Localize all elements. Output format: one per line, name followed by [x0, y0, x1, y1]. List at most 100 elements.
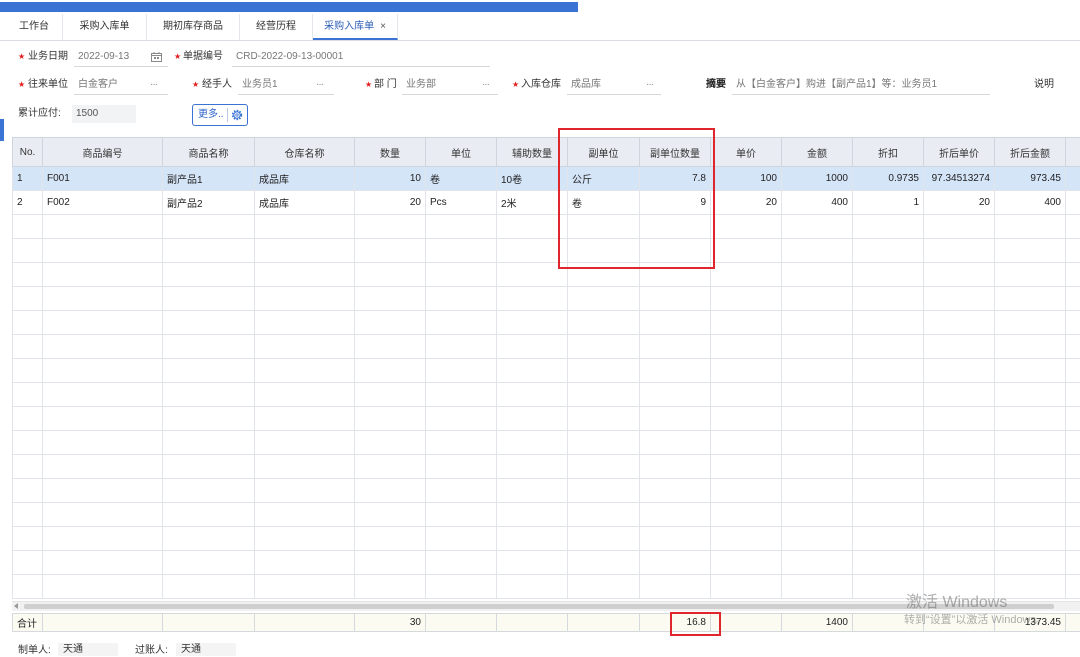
table-cell-empty[interactable]: [923, 214, 995, 239]
table-cell-empty[interactable]: [923, 262, 995, 287]
table-cell-empty[interactable]: [567, 574, 640, 599]
table-cell-empty[interactable]: [781, 574, 853, 599]
table-cell-empty[interactable]: [42, 310, 163, 335]
table-cell-empty[interactable]: [354, 310, 426, 335]
cell-no[interactable]: 1: [12, 166, 43, 191]
table-cell-empty[interactable]: [923, 382, 995, 407]
table-cell-empty[interactable]: [42, 334, 163, 359]
partner-lookup-button[interactable]: ···: [150, 77, 158, 93]
table-cell-empty[interactable]: [639, 478, 711, 503]
table-cell-empty[interactable]: [923, 430, 995, 455]
table-cell-empty[interactable]: [639, 574, 711, 599]
cell-aux-quantity[interactable]: 10卷: [496, 166, 568, 191]
table-cell-empty[interactable]: [12, 502, 43, 527]
table-cell-empty[interactable]: [852, 238, 924, 263]
table-cell-empty[interactable]: [254, 310, 355, 335]
table-cell-empty[interactable]: [923, 238, 995, 263]
table-cell-empty[interactable]: [994, 478, 1066, 503]
table-cell-empty[interactable]: [425, 430, 497, 455]
table-cell-empty[interactable]: [710, 214, 782, 239]
table-cell-empty[interactable]: [567, 478, 640, 503]
table-row-empty[interactable]: [12, 478, 1080, 503]
table-cell-empty[interactable]: [781, 406, 853, 431]
table-cell-empty[interactable]: [162, 238, 255, 263]
table-cell-empty[interactable]: [710, 478, 782, 503]
calendar-icon[interactable]: [151, 52, 162, 62]
table-cell-empty[interactable]: [1065, 526, 1080, 551]
table-cell-empty[interactable]: [852, 214, 924, 239]
table-cell-empty[interactable]: [567, 526, 640, 551]
table-cell-empty[interactable]: [354, 454, 426, 479]
table-cell-empty[interactable]: [254, 286, 355, 311]
table-cell-empty[interactable]: [852, 550, 924, 575]
table-cell-empty[interactable]: [354, 550, 426, 575]
table-cell-empty[interactable]: [1065, 430, 1080, 455]
table-cell-empty[interactable]: [994, 502, 1066, 527]
table-cell-empty[interactable]: [994, 334, 1066, 359]
table-cell-empty[interactable]: [639, 214, 711, 239]
cell-discounted-amount[interactable]: 400: [994, 190, 1066, 215]
table-cell-empty[interactable]: [923, 454, 995, 479]
cell-no[interactable]: 2: [12, 190, 43, 215]
table-cell-empty[interactable]: [923, 334, 995, 359]
table-cell-empty[interactable]: [12, 574, 43, 599]
table-cell-empty[interactable]: [852, 526, 924, 551]
table-cell-empty[interactable]: [923, 358, 995, 383]
table-row-empty[interactable]: [12, 454, 1080, 479]
table-cell-empty[interactable]: [162, 406, 255, 431]
table-cell-empty[interactable]: [354, 286, 426, 311]
table-cell-empty[interactable]: [852, 286, 924, 311]
table-cell-empty[interactable]: [354, 358, 426, 383]
table-cell-empty[interactable]: [354, 502, 426, 527]
cell-discount[interactable]: 1: [852, 190, 924, 215]
table-cell-empty[interactable]: [923, 550, 995, 575]
table-cell-empty[interactable]: [781, 358, 853, 383]
table-cell-empty[interactable]: [923, 526, 995, 551]
table-cell-empty[interactable]: [781, 454, 853, 479]
table-row-empty[interactable]: [12, 430, 1080, 455]
table-cell-empty[interactable]: [639, 382, 711, 407]
table-cell-empty[interactable]: [781, 478, 853, 503]
table-cell-empty[interactable]: [425, 238, 497, 263]
table-cell-empty[interactable]: [162, 550, 255, 575]
table-cell-empty[interactable]: [1065, 238, 1080, 263]
table-cell-empty[interactable]: [1065, 406, 1080, 431]
table-cell-empty[interactable]: [354, 478, 426, 503]
table-cell-empty[interactable]: [496, 214, 568, 239]
col-header-sub-unit[interactable]: 副单位: [567, 137, 640, 167]
table-cell-empty[interactable]: [496, 262, 568, 287]
table-cell-empty[interactable]: [781, 430, 853, 455]
department-input[interactable]: 业务部: [406, 77, 436, 93]
table-cell-empty[interactable]: [162, 430, 255, 455]
table-cell-empty[interactable]: [994, 262, 1066, 287]
table-cell-empty[interactable]: [162, 214, 255, 239]
table-cell-empty[interactable]: [254, 238, 355, 263]
gear-icon[interactable]: [231, 109, 243, 121]
table-cell-empty[interactable]: [12, 430, 43, 455]
table-cell-empty[interactable]: [425, 382, 497, 407]
table-cell-empty[interactable]: [42, 382, 163, 407]
table-cell-empty[interactable]: [567, 310, 640, 335]
table-cell-empty[interactable]: [354, 262, 426, 287]
table-cell-empty[interactable]: [710, 286, 782, 311]
table-cell-empty[interactable]: [42, 238, 163, 263]
cell-aux-quantity[interactable]: 2米: [496, 190, 568, 215]
table-cell-empty[interactable]: [852, 262, 924, 287]
tab-workbench[interactable]: 工作台: [6, 14, 63, 40]
table-cell-empty[interactable]: [994, 526, 1066, 551]
table-cell-empty[interactable]: [781, 334, 853, 359]
table-cell-empty[interactable]: [567, 262, 640, 287]
table-cell-empty[interactable]: [781, 238, 853, 263]
table-cell-empty[interactable]: [852, 382, 924, 407]
tab-purchase-receipt-active[interactable]: 采购入库单 ×: [313, 14, 398, 40]
table-cell-empty[interactable]: [162, 286, 255, 311]
table-cell-empty[interactable]: [1065, 310, 1080, 335]
table-cell-empty[interactable]: [254, 214, 355, 239]
table-cell-empty[interactable]: [354, 334, 426, 359]
table-row-empty[interactable]: [12, 358, 1080, 383]
table-cell-empty[interactable]: [1065, 502, 1080, 527]
table-cell-empty[interactable]: [42, 430, 163, 455]
table-cell-empty[interactable]: [639, 550, 711, 575]
cell-sub-unit-quantity[interactable]: 9: [639, 190, 711, 215]
table-cell-empty[interactable]: [12, 382, 43, 407]
